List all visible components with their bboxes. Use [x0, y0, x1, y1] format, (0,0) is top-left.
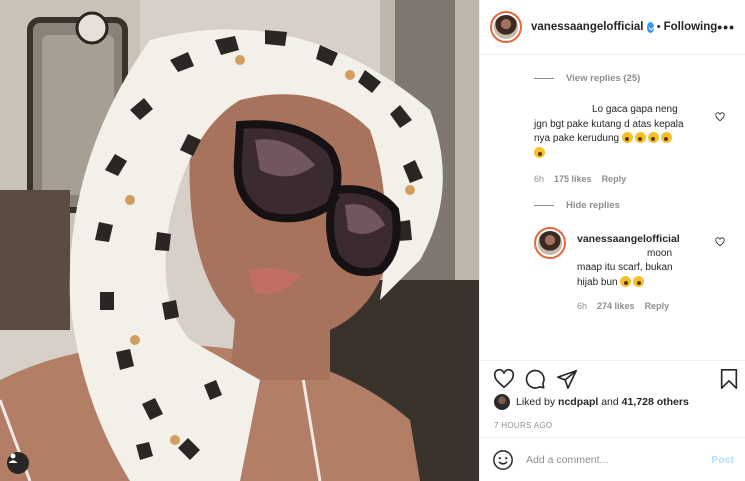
share-icon[interactable]	[556, 368, 578, 390]
add-comment-bar: Add a comment... Post	[480, 437, 745, 481]
liked-prefix: Liked by	[516, 396, 556, 408]
shocked-emoji-icon	[660, 132, 672, 143]
header-username[interactable]: vanessaangelofficial	[531, 21, 644, 33]
reply-likes[interactable]: 274 likes	[597, 301, 635, 311]
post-button[interactable]: Post	[711, 454, 734, 466]
smile-icon[interactable]	[492, 449, 514, 471]
replies-divider	[534, 78, 554, 79]
comment-icon[interactable]	[524, 368, 546, 390]
replies-divider	[534, 205, 554, 206]
heart-icon[interactable]	[493, 368, 515, 390]
shocked-emoji-icon	[621, 132, 633, 143]
view-replies-label: View replies (25)	[566, 73, 641, 84]
shocked-emoji-icon	[534, 146, 545, 158]
user-tag-icon[interactable]	[7, 452, 29, 474]
comment-line-2: jgn bgt pake kutang d atas kepala	[534, 118, 684, 130]
instagram-post: vanessaangelofficial • Following ••• Vie…	[0, 0, 745, 481]
following-button[interactable]: Following	[664, 21, 718, 33]
liked-by: Liked by ncdpapl and 41,728 others	[494, 394, 689, 410]
reply-meta: 6h 274 likes Reply	[577, 301, 669, 311]
liked-and: and	[601, 396, 619, 408]
view-replies-button[interactable]: View replies (25)	[534, 73, 640, 84]
comment-text: Lo gaca gapa neng jgn bgt pake kutang d …	[534, 103, 714, 161]
comment-meta: 6h 175 likes Reply	[534, 174, 626, 184]
reply-text: vanessaangelofficial moon maap itu scarf…	[577, 232, 707, 290]
laughing-emoji-icon	[633, 275, 645, 287]
comments-list[interactable]: View replies (25) Lo gaca gapa neng jgn …	[480, 55, 745, 360]
hide-replies-label: Hide replies	[566, 200, 620, 211]
reply-username[interactable]: vanessaangelofficial	[577, 232, 707, 247]
comment-like-heart-icon[interactable]	[715, 237, 725, 247]
post-photo[interactable]	[0, 0, 479, 481]
comment-line-3: nya pake kerudung	[534, 133, 620, 144]
comment-like-heart-icon[interactable]	[715, 112, 725, 122]
selfie-image	[0, 0, 479, 481]
liked-others[interactable]: 41,728 others	[622, 396, 689, 408]
post-timestamp[interactable]: 7 HOURS AGO	[494, 421, 552, 430]
liked-user[interactable]: ncdpapl	[558, 396, 598, 408]
header-separator: •	[656, 21, 661, 33]
reply-time: 6h	[577, 301, 588, 311]
comment-time: 6h	[534, 174, 545, 184]
shocked-emoji-icon	[647, 132, 659, 143]
more-icon[interactable]: •••	[717, 19, 735, 35]
reply-line-1: maap itu scarf, bukan	[577, 262, 673, 273]
laughing-emoji-icon	[620, 275, 632, 287]
post-header: vanessaangelofficial • Following •••	[480, 0, 745, 55]
avatar[interactable]	[494, 394, 510, 410]
avatar[interactable]	[490, 11, 522, 43]
reply-button[interactable]: Reply	[645, 301, 670, 311]
reply-mention[interactable]: moon	[577, 247, 707, 262]
reply-line-2: hijab bun	[577, 276, 618, 288]
bookmark-icon[interactable]	[718, 368, 740, 390]
hide-replies-button[interactable]: Hide replies	[534, 200, 620, 211]
comment-line-1: Lo gaca gapa neng	[592, 104, 678, 115]
comment-input[interactable]: Add a comment...	[526, 454, 608, 466]
comment-likes[interactable]: 175 likes	[554, 174, 592, 184]
verified-icon	[646, 21, 654, 33]
avatar[interactable]	[534, 227, 566, 259]
post-side-panel: vanessaangelofficial • Following ••• Vie…	[479, 0, 745, 481]
reply-button[interactable]: Reply	[602, 174, 627, 184]
shocked-emoji-icon	[634, 132, 646, 143]
